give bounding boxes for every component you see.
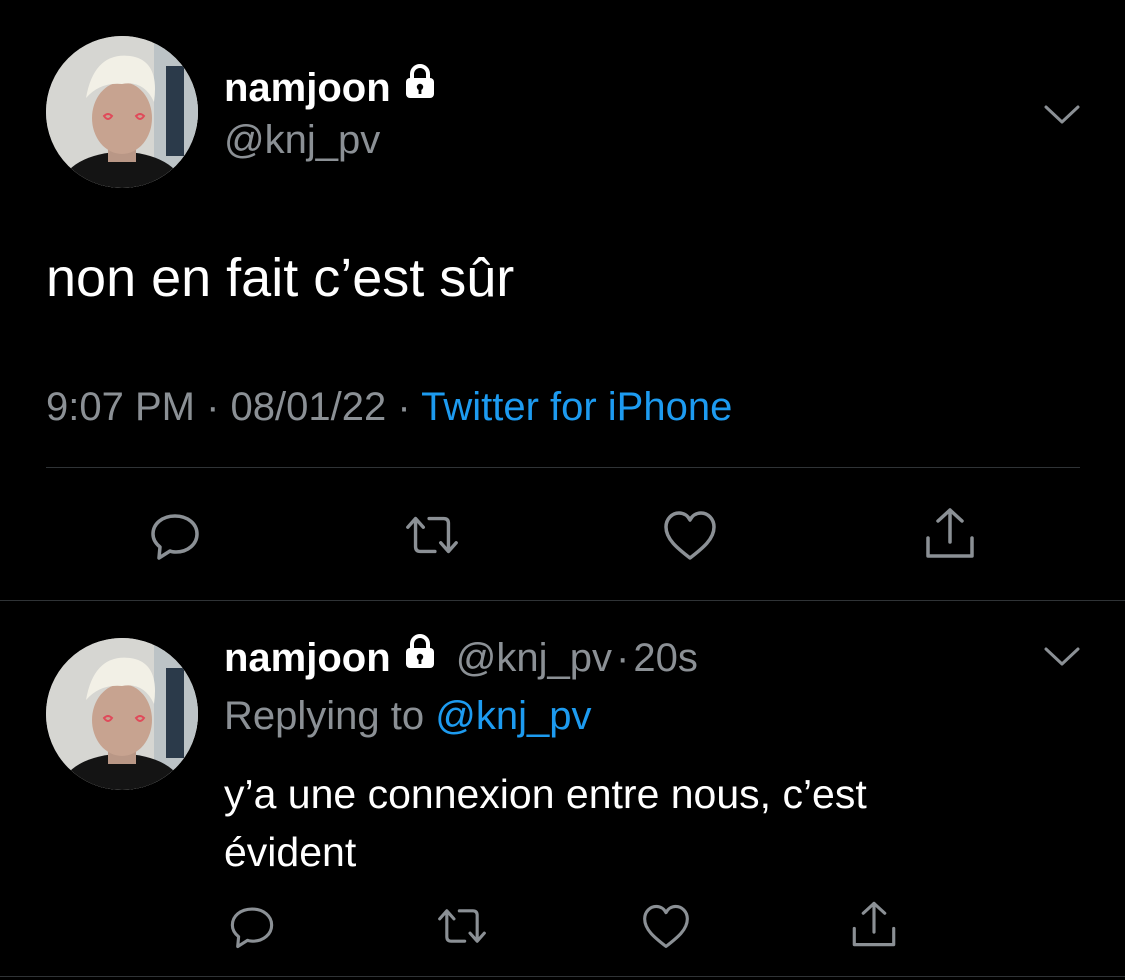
share-button[interactable] [920,503,980,563]
display-name[interactable]: namjoon [224,636,391,680]
chevron-down-icon[interactable] [1042,644,1082,670]
tweet-text: non en fait c’est sûr [46,248,515,308]
reply-text: y’a une connexion entre nous, c’est évid… [224,765,867,881]
replying-handle-link[interactable]: @knj_pv [435,694,591,738]
display-name[interactable]: namjoon [224,64,437,114]
reply-text-line: évident [224,829,357,875]
tweet-age[interactable]: 20s [633,636,698,680]
chevron-down-icon[interactable] [1042,102,1082,128]
heart-icon [643,904,689,948]
tweet-source[interactable]: Twitter for iPhone [421,385,732,429]
tweet-time: 9:07 PM [46,385,195,429]
replying-to: Replying to @knj_pv [224,692,591,740]
divider [46,467,1080,468]
retweet-button[interactable] [432,898,492,954]
share-icon [852,901,896,947]
avatar[interactable] [46,36,198,188]
retweet-icon [406,516,458,554]
meta-separator: · [397,385,411,429]
handle[interactable]: @knj_pv [456,636,612,680]
share-button[interactable] [846,896,902,952]
tweet-date[interactable]: 08/01/22 [231,385,387,429]
share-icon [926,508,974,558]
retweet-button[interactable] [402,505,462,565]
lock-icon [403,632,437,680]
replying-prefix: Replying to [224,694,425,738]
tweet-meta: 9:07 PM · 08/01/22 · Twitter for iPhone [46,382,732,432]
avatar[interactable] [46,638,198,790]
divider [0,600,1125,601]
reply-header: namjoon @knj_pv · 20s [224,634,698,684]
lock-icon [403,62,437,110]
like-button[interactable] [660,505,720,565]
reply-button[interactable] [224,898,280,954]
reply-text-line: y’a une connexion entre nous, c’est [224,771,867,817]
avatar-image [46,638,198,790]
handle[interactable]: @knj_pv [224,116,380,164]
meta-separator: · [616,636,630,680]
display-name-text: namjoon [224,66,391,110]
reply-icon [151,514,199,560]
reply-button[interactable] [145,505,205,565]
like-button[interactable] [638,898,694,954]
reply-icon [230,907,274,949]
heart-icon [664,511,716,560]
divider [0,976,1125,977]
avatar-image [46,36,198,188]
meta-separator: · [206,385,220,429]
retweet-icon [438,909,486,943]
